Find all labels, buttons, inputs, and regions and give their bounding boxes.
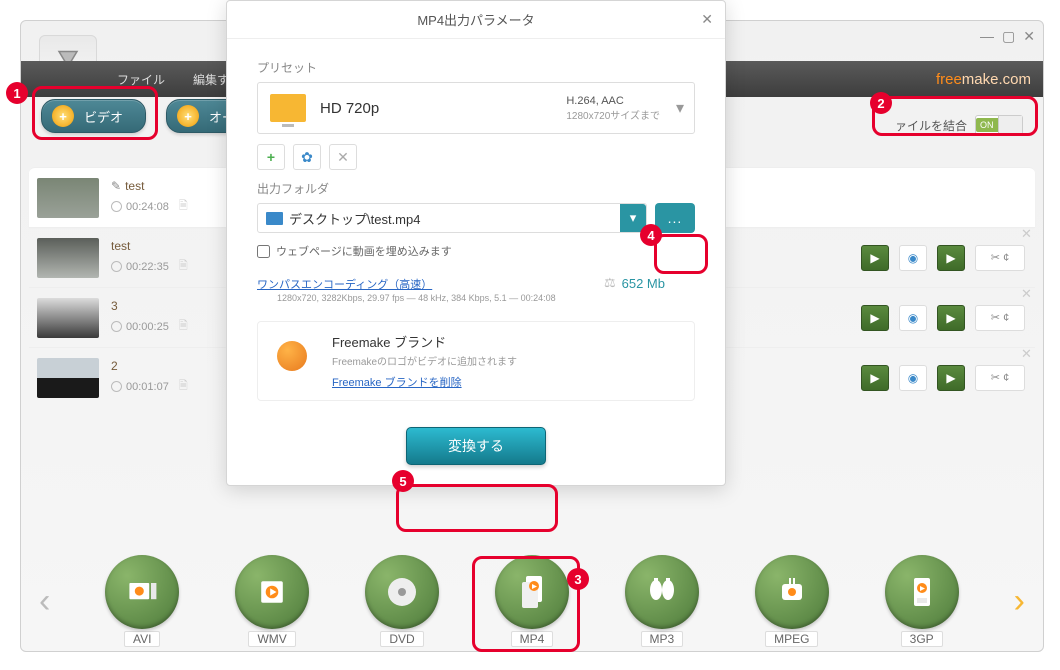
clock-icon (111, 381, 122, 392)
convert-button[interactable]: 変換する (406, 427, 546, 465)
join-files-control: ァイルを結合 ON (895, 115, 1023, 135)
preview-button[interactable]: ▶ (937, 365, 965, 391)
file-duration: 00:00:25 (126, 321, 169, 333)
delete-preset-button[interactable]: ✕ (329, 144, 357, 170)
scroll-right-button[interactable]: › (1010, 582, 1029, 621)
file-name: test (125, 179, 144, 193)
brand-subtitle: Freemakeのロゴがビデオに追加されます (332, 353, 517, 368)
file-name: test (111, 239, 130, 253)
video-thumbnail (37, 238, 99, 278)
add-video-button[interactable]: + ビデオ (41, 99, 146, 133)
video-thumbnail (37, 298, 99, 338)
pencil-icon: ✎ (111, 179, 121, 193)
output-path-field[interactable]: デスクトップ\test.mp4 ▾ (257, 203, 647, 233)
clock-icon (111, 201, 122, 212)
remove-file-button[interactable]: ✕ (1021, 226, 1037, 242)
add-preset-button[interactable]: + (257, 144, 285, 170)
remove-file-button[interactable]: ✕ (1021, 286, 1037, 302)
dialog-header: MP4出力パラメータ ✕ (227, 1, 725, 39)
format-strip: ‹ AVI WMV DVD MP4 MP3 MPEG 3GP › (31, 555, 1033, 647)
preset-dropdown[interactable]: HD 720p H.264, AAC 1280x720サイズまで ▾ (257, 82, 695, 134)
folder-icon (266, 212, 283, 225)
monitor-icon (270, 94, 306, 122)
format-mpeg[interactable]: MPEG (750, 555, 834, 647)
preset-name: HD 720p (320, 100, 379, 117)
file-duration: 00:22:35 (126, 261, 169, 273)
output-section-label: 出力フォルダ (257, 180, 695, 197)
add-video-label: ビデオ (84, 107, 123, 126)
dialog-title: MP4出力パラメータ (417, 10, 534, 29)
scroll-left-button[interactable]: ‹ (35, 582, 54, 621)
annotation-bubble-2: 2 (870, 92, 892, 114)
preview-button[interactable]: ▶ (937, 305, 965, 331)
preset-codec: H.264, AAC (566, 95, 660, 107)
edit-button[interactable]: ◉ (899, 305, 927, 331)
video-thumbnail (37, 358, 99, 398)
format-mp4[interactable]: MP4 (490, 555, 574, 647)
clock-icon (111, 261, 122, 272)
annotation-bubble-5: 5 (392, 470, 414, 492)
play-button[interactable]: ▶ (861, 245, 889, 271)
join-files-label: ァイルを結合 (895, 117, 967, 134)
cut-button[interactable]: ✂ ¢ (975, 305, 1025, 331)
join-files-toggle[interactable]: ON (975, 115, 1023, 135)
format-wmv[interactable]: WMV (230, 555, 314, 647)
file-name: 2 (111, 359, 118, 373)
brand-title: Freemake ブランド (332, 332, 517, 351)
cut-button[interactable]: ✂ ¢ (975, 245, 1025, 271)
weight-icon: ⚖ (604, 275, 616, 291)
preset-section-label: プリセット (257, 59, 695, 76)
video-thumbnail (37, 178, 99, 218)
remove-file-button[interactable]: ✕ (1021, 346, 1037, 362)
remove-brand-link[interactable]: Freemake ブランドを削除 (332, 374, 517, 390)
preset-settings-button[interactable]: ✿ (293, 144, 321, 170)
preview-button[interactable]: ▶ (937, 245, 965, 271)
onepass-detail: 1280x720, 3282Kbps, 29.97 fps — 48 kHz, … (277, 293, 695, 303)
preset-resolution: 1280x720サイズまで (566, 107, 660, 122)
brand-panel: Freemake ブランド Freemakeのロゴがビデオに追加されます Fre… (257, 321, 695, 401)
maximize-button[interactable]: ▢ (1002, 28, 1015, 45)
format-avi[interactable]: AVI (100, 555, 184, 647)
brand-icon (268, 332, 316, 380)
output-size: ⚖ 652 Mb (604, 275, 665, 291)
file-name: 3 (111, 299, 118, 313)
brand-link[interactable]: freemake.com (936, 71, 1031, 88)
plus-icon: + (177, 105, 199, 127)
close-button[interactable]: ✕ (1023, 28, 1035, 45)
chevron-down-icon: ▾ (676, 98, 684, 118)
annotation-bubble-3: 3 (567, 568, 589, 590)
dialog-close-button[interactable]: ✕ (701, 11, 713, 28)
annotation-bubble-4: 4 (640, 224, 662, 246)
menu-file[interactable]: ファイル (103, 71, 179, 88)
format-3gp[interactable]: 3GP (880, 555, 964, 647)
browse-button[interactable]: ... (655, 203, 695, 233)
embed-checkbox[interactable] (257, 245, 270, 258)
file-duration: 00:01:07 (126, 381, 169, 393)
edit-button[interactable]: ◉ (899, 245, 927, 271)
clock-icon (111, 321, 122, 332)
edit-button[interactable]: ◉ (899, 365, 927, 391)
cut-button[interactable]: ✂ ¢ (975, 365, 1025, 391)
play-button[interactable]: ▶ (861, 365, 889, 391)
plus-icon: + (52, 105, 74, 127)
minimize-button[interactable]: — (980, 28, 994, 44)
file-duration: 00:24:08 (126, 201, 169, 213)
embed-label: ウェブページに動画を埋め込みます (276, 243, 452, 259)
format-dvd[interactable]: DVD (360, 555, 444, 647)
format-mp3[interactable]: MP3 (620, 555, 704, 647)
play-button[interactable]: ▶ (861, 305, 889, 331)
onepass-link[interactable]: ワンパスエンコーディング（高速） (257, 279, 432, 291)
annotation-bubble-1: 1 (6, 82, 28, 104)
output-path-text: デスクトップ\test.mp4 (289, 209, 420, 228)
